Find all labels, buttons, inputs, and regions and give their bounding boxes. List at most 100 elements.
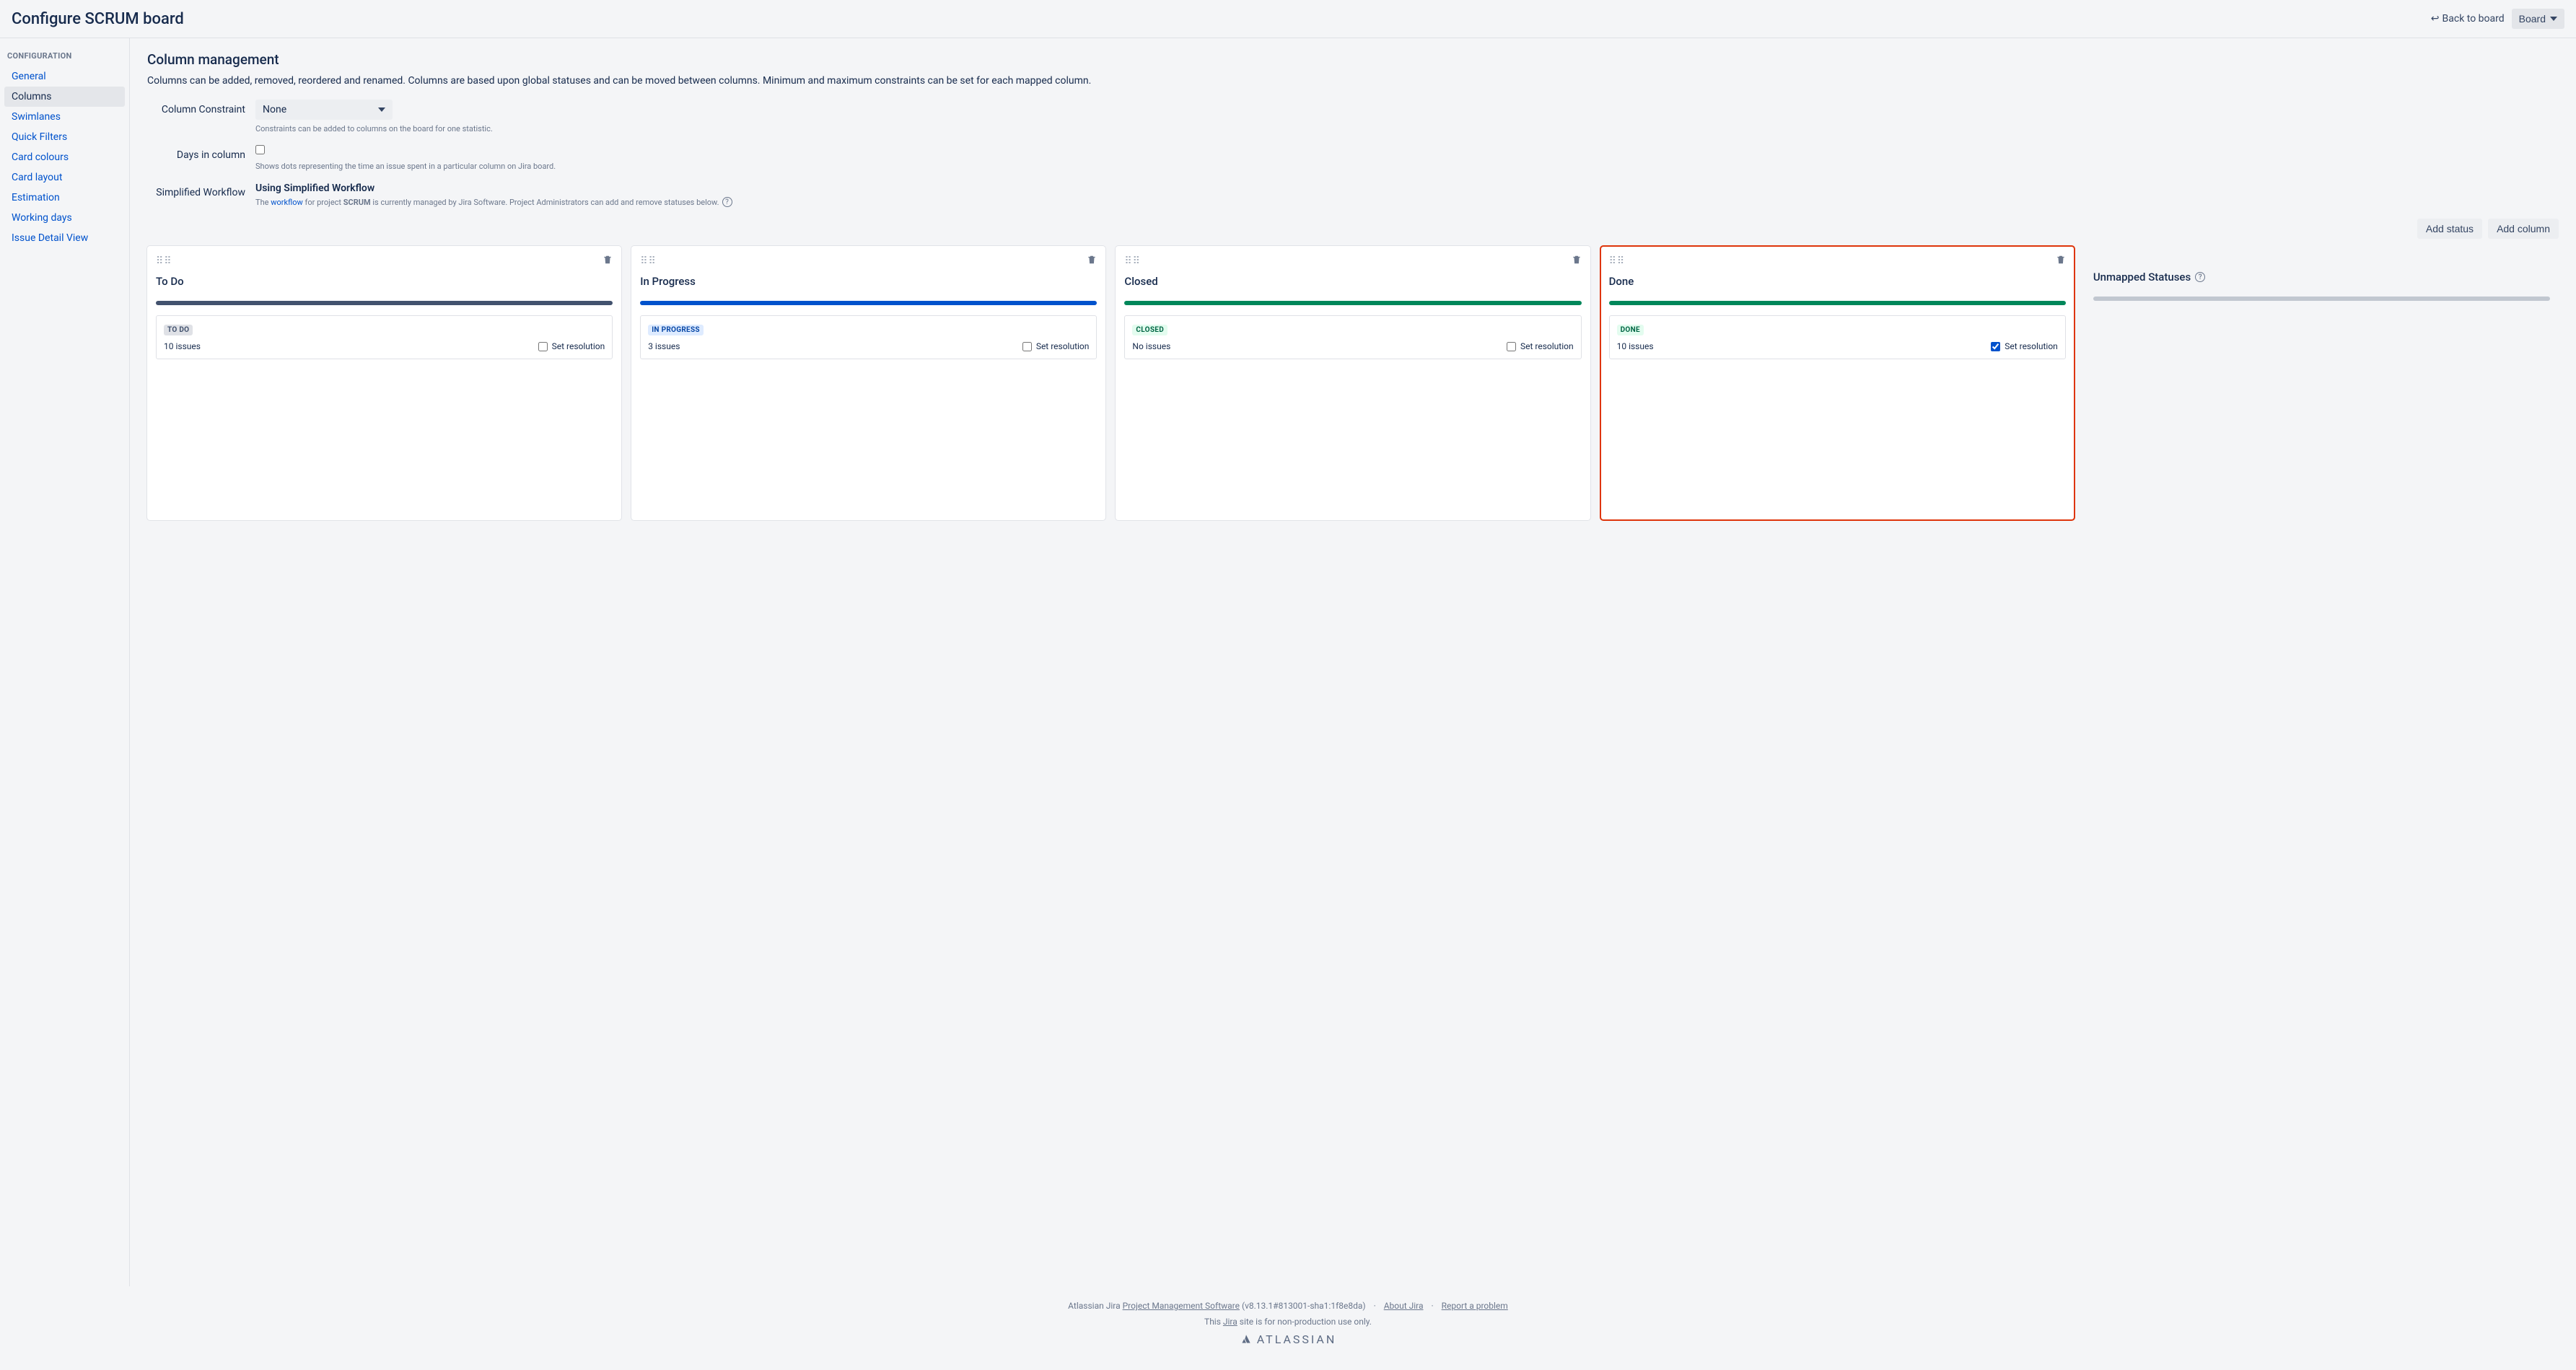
drag-handle-icon[interactable]: ⠿⠿ (1124, 258, 1141, 264)
layout: CONFIGURATION GeneralColumnsSwimlanesQui… (0, 38, 2576, 1286)
column-title[interactable]: Closed (1124, 275, 1581, 288)
section-description: Columns can be added, removed, reordered… (147, 75, 2559, 87)
drag-handle-icon[interactable]: ⠿⠿ (640, 258, 657, 264)
report-problem-link[interactable]: Report a problem (1442, 1301, 1508, 1311)
set-resolution-text: Set resolution (1520, 341, 1574, 351)
sidebar-item-columns[interactable]: Columns (4, 87, 125, 107)
days-in-column-hint: Shows dots representing the time an issu… (255, 162, 556, 171)
about-jira-link[interactable]: About Jira (1384, 1301, 1424, 1311)
footer-text: This (1204, 1317, 1223, 1327)
column-title[interactable]: In Progress (640, 275, 1097, 288)
column-color-bar (2093, 297, 2550, 301)
sidebar-item-working-days[interactable]: Working days (4, 208, 125, 228)
status-lozenge: IN PROGRESS (648, 325, 704, 335)
main: Column management Columns can be added, … (130, 38, 2576, 1286)
delete-column-icon[interactable] (1087, 255, 1097, 268)
column-color-bar (1609, 301, 2066, 305)
workflow-text: is currently managed by Jira Software. P… (371, 198, 719, 207)
issue-count: 10 issues (1617, 341, 1654, 351)
set-resolution-label[interactable]: Set resolution (1991, 341, 2058, 351)
days-in-column-label: Days in column (147, 145, 255, 161)
column-title[interactable]: Done (1609, 275, 2066, 288)
unmapped-statuses-column: Unmapped Statuses? (2085, 246, 2559, 520)
footer-version: (v8.13.1#813001-sha1:1f8e8da) (1240, 1301, 1366, 1311)
set-resolution-text: Set resolution (2005, 341, 2058, 351)
delete-column-icon[interactable] (603, 255, 613, 268)
atlassian-icon (1240, 1333, 1253, 1346)
sidebar-item-quick-filters[interactable]: Quick Filters (4, 127, 125, 147)
column-constraint-value: None (263, 104, 286, 115)
status-card[interactable]: DONE10 issuesSet resolution (1609, 315, 2066, 359)
status-card[interactable]: IN PROGRESS 3 issues Set resolution (640, 315, 1097, 359)
issue-count: 10 issues (164, 341, 201, 351)
workflow-text: for project (303, 198, 343, 207)
delete-column-icon[interactable] (1572, 255, 1582, 268)
drag-handle-icon[interactable]: ⠿⠿ (1609, 258, 1626, 264)
help-icon[interactable]: ? (722, 197, 732, 207)
page-title: Configure SCRUM board (12, 10, 184, 28)
workflow-description: The workflow for project SCRUM is curren… (255, 197, 732, 207)
back-to-board-link[interactable]: ↩ Back to board (2431, 13, 2505, 25)
column-constraint-row: Column Constraint None Constraints can b… (147, 100, 2559, 133)
column-constraint-label: Column Constraint (147, 100, 255, 115)
separator: · (1432, 1301, 1434, 1311)
board-button-label: Board (2519, 13, 2546, 25)
sidebar-item-card-layout[interactable]: Card layout (4, 167, 125, 188)
days-in-column-checkbox[interactable] (255, 145, 265, 154)
set-resolution-checkbox[interactable] (1991, 342, 2000, 351)
set-resolution-label[interactable]: Set resolution (1507, 341, 1574, 351)
issue-count: 3 issues (648, 341, 680, 351)
workflow-text: The (255, 198, 271, 207)
set-resolution-checkbox[interactable] (538, 342, 548, 351)
workflow-label: Simplified Workflow (147, 183, 255, 198)
status-lozenge: TO DO (164, 325, 193, 335)
footer-text: Atlassian Jira (1068, 1301, 1122, 1311)
status-lozenge: CLOSED (1132, 325, 1167, 335)
delete-column-icon[interactable] (2056, 255, 2066, 268)
column-color-bar (156, 301, 613, 305)
workflow-link[interactable]: workflow (271, 198, 303, 207)
drag-handle-icon[interactable]: ⠿⠿ (156, 258, 172, 264)
column-title[interactable]: To Do (156, 275, 613, 288)
set-resolution-label[interactable]: Set resolution (1022, 341, 1090, 351)
sidebar-item-general[interactable]: General (4, 66, 125, 87)
status-card[interactable]: TO DO 10 issues Set resolution (156, 315, 613, 359)
sidebar: CONFIGURATION GeneralColumnsSwimlanesQui… (0, 38, 130, 1286)
days-in-column-row: Days in column Shows dots representing t… (147, 145, 2559, 171)
sidebar-item-swimlanes[interactable]: Swimlanes (4, 107, 125, 127)
column-color-bar (640, 301, 1097, 305)
workflow-row: Simplified Workflow Using Simplified Wor… (147, 183, 2559, 207)
back-to-board-label: Back to board (2443, 13, 2505, 25)
separator: · (1374, 1301, 1376, 1311)
add-column-button[interactable]: Add column (2488, 219, 2559, 239)
workflow-project: SCRUM (343, 198, 371, 207)
set-resolution-label[interactable]: Set resolution (538, 341, 605, 351)
set-resolution-text: Set resolution (1036, 341, 1090, 351)
set-resolution-checkbox[interactable] (1507, 342, 1516, 351)
board-column-done: ⠿⠿DoneDONE10 issuesSet resolution (1600, 246, 2075, 520)
action-bar: Add status Add column (147, 219, 2559, 239)
topbar: Configure SCRUM board ↩ Back to board Bo… (0, 0, 2576, 38)
workflow-title: Using Simplified Workflow (255, 183, 732, 194)
column-constraint-select[interactable]: None (255, 100, 393, 120)
help-icon[interactable]: ? (2195, 272, 2205, 282)
add-status-button[interactable]: Add status (2417, 219, 2482, 239)
column-color-bar (1124, 301, 1581, 305)
board-column-closed: ⠿⠿ Closed CLOSEDNo issuesSet resolution (1116, 246, 1590, 520)
footer-line-2: This Jira site is for non-production use… (7, 1317, 2569, 1327)
footer-jira-link[interactable]: Jira (1223, 1317, 1237, 1327)
column-constraint-hint: Constraints can be added to columns on t… (255, 124, 493, 133)
board-column-in-progress: ⠿⠿ In Progress IN PROGRESS 3 issues Set reso… (631, 246, 1105, 520)
set-resolution-text: Set resolution (552, 341, 605, 351)
sidebar-heading: CONFIGURATION (0, 48, 129, 66)
set-resolution-checkbox[interactable] (1022, 342, 1032, 351)
footer: Atlassian Jira Project Management Softwa… (0, 1286, 2576, 1370)
status-card[interactable]: CLOSEDNo issuesSet resolution (1124, 315, 1581, 359)
sidebar-item-card-colours[interactable]: Card colours (4, 147, 125, 167)
sidebar-item-estimation[interactable]: Estimation (4, 188, 125, 208)
return-icon: ↩ (2431, 13, 2440, 25)
footer-pm-software-link[interactable]: Project Management Software (1123, 1301, 1240, 1311)
board-dropdown-button[interactable]: Board (2512, 9, 2564, 29)
sidebar-item-issue-detail-view[interactable]: Issue Detail View (4, 228, 125, 248)
columns-area: ⠿⠿ To Do TO DO 10 issues Set resolution ⠿⠿ In … (147, 246, 2559, 520)
